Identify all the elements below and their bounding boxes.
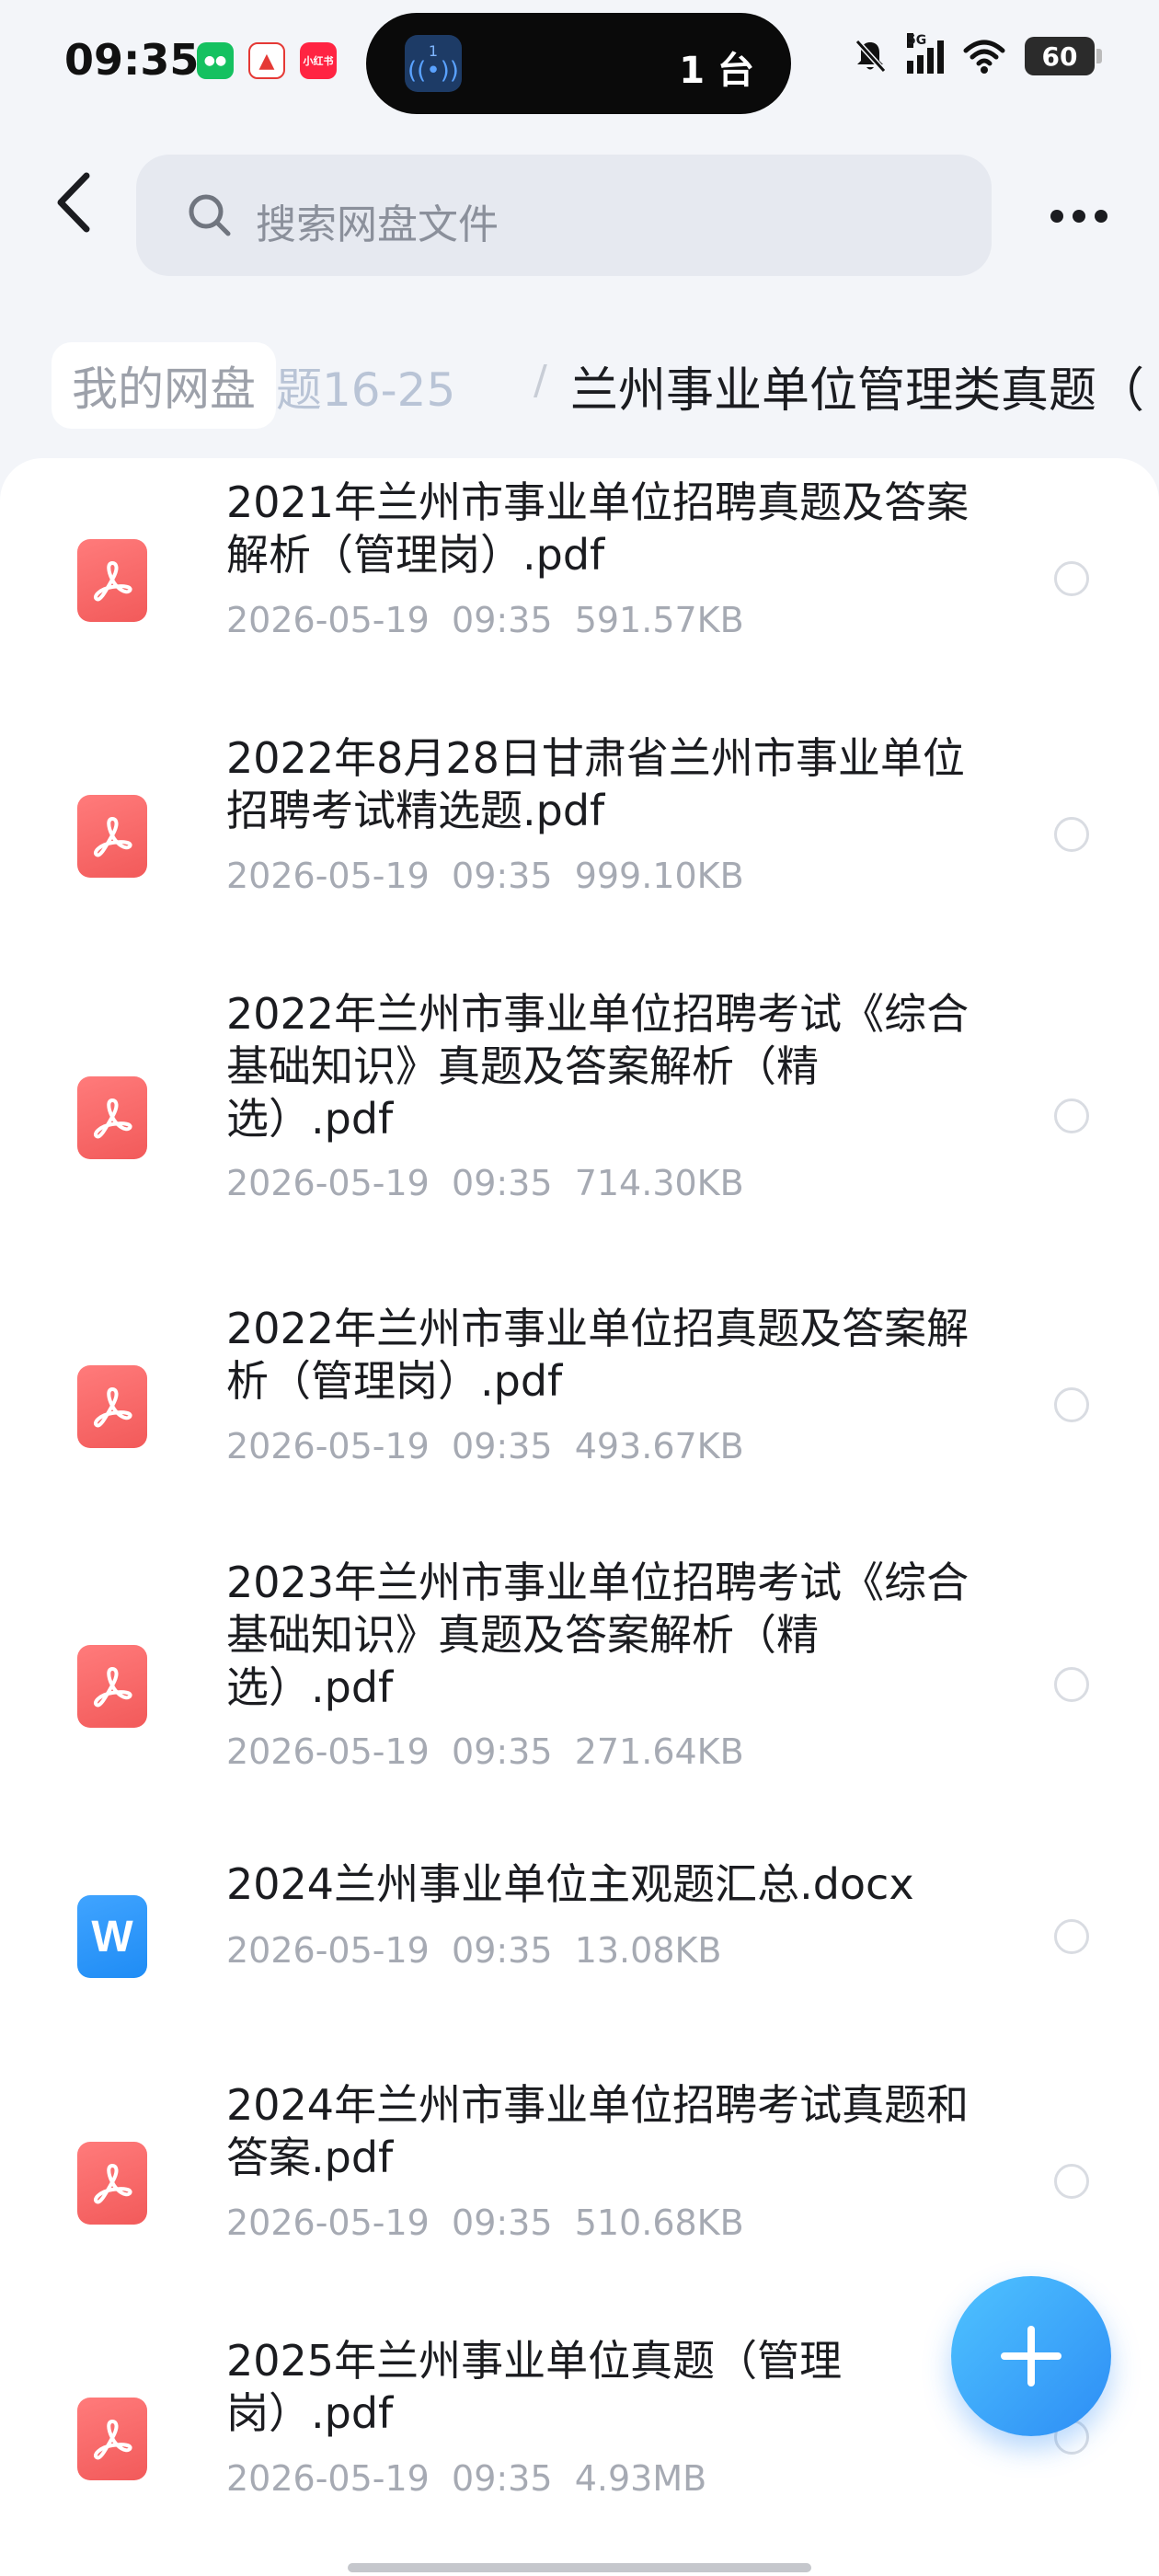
pdf-file-icon	[77, 795, 147, 878]
breadcrumb-separator: /	[534, 357, 547, 404]
file-date: 2026-05-19	[226, 1930, 430, 1971]
word-file-icon: W	[77, 1895, 147, 1978]
file-row[interactable]: 2022年兰州市事业单位招聘考试《综合基础知识》真题及答案解析（精选）.pdf …	[0, 988, 1159, 1295]
file-date: 2026-05-19	[226, 1163, 430, 1203]
pdf-file-icon	[77, 1076, 147, 1159]
file-date: 2026-05-19	[226, 600, 430, 640]
file-size: 271.64KB	[574, 1731, 744, 1772]
plus-icon	[1001, 2326, 1061, 2386]
select-checkbox[interactable]	[1054, 561, 1089, 596]
cellular-signal-icon: 5G	[907, 33, 944, 74]
file-name: 2023年兰州市事业单位招聘考试《综合基础知识》真题及答案解析（精选）.pdf	[226, 1558, 970, 1712]
file-size: 591.57KB	[574, 600, 744, 640]
file-meta: 2026-05-19 09:35 4.93MB	[226, 2458, 706, 2499]
file-name: 2024年兰州市事业单位招聘考试真题和答案.pdf	[226, 2080, 970, 2182]
select-checkbox[interactable]	[1054, 1098, 1089, 1133]
file-name: 2022年8月28日甘肃省兰州市事业单位招聘考试精选题.pdf	[226, 733, 965, 835]
file-time: 09:35	[452, 2202, 553, 2243]
file-list: 2021年兰州市事业单位招聘真题及答案解析（管理岗）.pdf 2026-05-1…	[0, 458, 1159, 2576]
battery-icon: 60	[1025, 37, 1102, 75]
island-text: 1 台	[679, 50, 754, 92]
network-type: 5G	[907, 33, 927, 48]
system-icons: 5G 60	[852, 33, 1102, 75]
file-time: 09:35	[452, 1426, 553, 1466]
file-size: 13.08KB	[574, 1930, 722, 1971]
search-input[interactable]: 搜索网盘文件	[136, 155, 992, 276]
file-row[interactable]: W 2024兰州事业单位主观题汇总.docx 2026-05-19 09:35 …	[0, 1858, 1159, 2061]
xiaohongshu-icon: 小红书	[300, 42, 337, 79]
file-date: 2026-05-19	[226, 856, 430, 896]
pdf-file-icon	[77, 1645, 147, 1728]
broadcast-icon: 1 ((•))	[405, 35, 462, 92]
file-row[interactable]: 2022年兰州市事业单位招真题及答案解析（管理岗）.pdf 2026-05-19…	[0, 1303, 1159, 1557]
file-size: 4.93MB	[574, 2458, 707, 2499]
file-meta: 2026-05-19 09:35 999.10KB	[226, 856, 744, 896]
breadcrumb-previous[interactable]: 题16-25	[276, 353, 455, 420]
status-bar: 09:35 ●● ▲ 小红书 1 ((•)) 1 台 5G 60	[0, 0, 1159, 129]
file-time: 09:35	[452, 2458, 553, 2499]
file-date: 2026-05-19	[226, 2458, 430, 2499]
pdf-file-icon	[77, 1365, 147, 1448]
breadcrumb: 题16-25 我的网盘 / 兰州事业单位管理类真题（	[0, 331, 1159, 442]
file-time: 09:35	[452, 1163, 553, 1203]
file-meta: 2026-05-19 09:35 13.08KB	[226, 1930, 721, 1971]
app-a-icon: ▲	[248, 42, 285, 79]
pdf-file-icon	[77, 2398, 147, 2480]
file-date: 2026-05-19	[226, 2202, 430, 2243]
file-size: 493.67KB	[574, 1426, 744, 1466]
search-icon	[189, 194, 231, 236]
breadcrumb-root[interactable]: 我的网盘	[52, 342, 276, 429]
file-name: 2022年兰州市事业单位招聘考试《综合基础知识》真题及答案解析（精选）.pdf	[226, 989, 970, 1144]
pdf-file-icon	[77, 539, 147, 622]
file-name: 2025年兰州事业单位真题（管理岗）.pdf	[226, 2336, 843, 2438]
back-button[interactable]	[37, 166, 110, 239]
more-dots-icon	[1050, 210, 1063, 223]
file-time: 09:35	[452, 1731, 553, 1772]
dynamic-island[interactable]: 1 ((•)) 1 台	[366, 13, 791, 114]
file-meta: 2026-05-19 09:35 510.68KB	[226, 2202, 744, 2243]
file-name: 2021年兰州市事业单位招聘真题及答案解析（管理岗）.pdf	[226, 477, 970, 580]
file-size: 714.30KB	[574, 1163, 744, 1203]
file-row[interactable]: 2023年兰州市事业单位招聘考试《综合基础知识》真题及答案解析（精选）.pdf …	[0, 1557, 1159, 1864]
chevron-left-icon	[57, 172, 90, 233]
wechat-icon: ●●	[197, 42, 234, 79]
file-time: 09:35	[452, 1930, 553, 1971]
home-indicator[interactable]	[348, 2563, 811, 2572]
pdf-file-icon	[77, 2142, 147, 2225]
add-button[interactable]	[951, 2276, 1111, 2436]
file-time: 09:35	[452, 600, 553, 640]
select-checkbox[interactable]	[1054, 1667, 1089, 1702]
file-meta: 2026-05-19 09:35 714.30KB	[226, 1163, 744, 1203]
file-time: 09:35	[452, 856, 553, 896]
status-time: 09:35	[64, 35, 200, 85]
file-date: 2026-05-19	[226, 1731, 430, 1772]
more-options-button[interactable]	[1038, 184, 1120, 248]
file-size: 510.68KB	[574, 2202, 744, 2243]
file-row[interactable]: 2022年8月28日甘肃省兰州市事业单位招聘考试精选题.pdf 2026-05-…	[0, 732, 1159, 986]
file-name: 2022年兰州市事业单位招真题及答案解析（管理岗）.pdf	[226, 1304, 970, 1406]
select-checkbox[interactable]	[1054, 2164, 1089, 2199]
file-date: 2026-05-19	[226, 1426, 430, 1466]
file-meta: 2026-05-19 09:35 493.67KB	[226, 1426, 744, 1466]
search-placeholder: 搜索网盘文件	[256, 201, 499, 248]
file-name: 2024兰州事业单位主观题汇总.docx	[226, 1859, 914, 1909]
mute-bell-icon	[855, 39, 887, 74]
file-size: 999.10KB	[574, 856, 744, 896]
notification-app-icons: ●● ▲ 小红书	[197, 42, 337, 79]
file-row[interactable]: 2021年兰州市事业单位招聘真题及答案解析（管理岗）.pdf 2026-05-1…	[0, 477, 1159, 730]
select-checkbox[interactable]	[1054, 817, 1089, 852]
select-checkbox[interactable]	[1054, 1919, 1089, 1954]
file-meta: 2026-05-19 09:35 591.57KB	[226, 600, 744, 640]
select-checkbox[interactable]	[1054, 1387, 1089, 1422]
breadcrumb-current: 兰州事业单位管理类真题（	[570, 363, 1145, 419]
file-meta: 2026-05-19 09:35 271.64KB	[226, 1731, 744, 1772]
wifi-icon	[963, 40, 1005, 74]
